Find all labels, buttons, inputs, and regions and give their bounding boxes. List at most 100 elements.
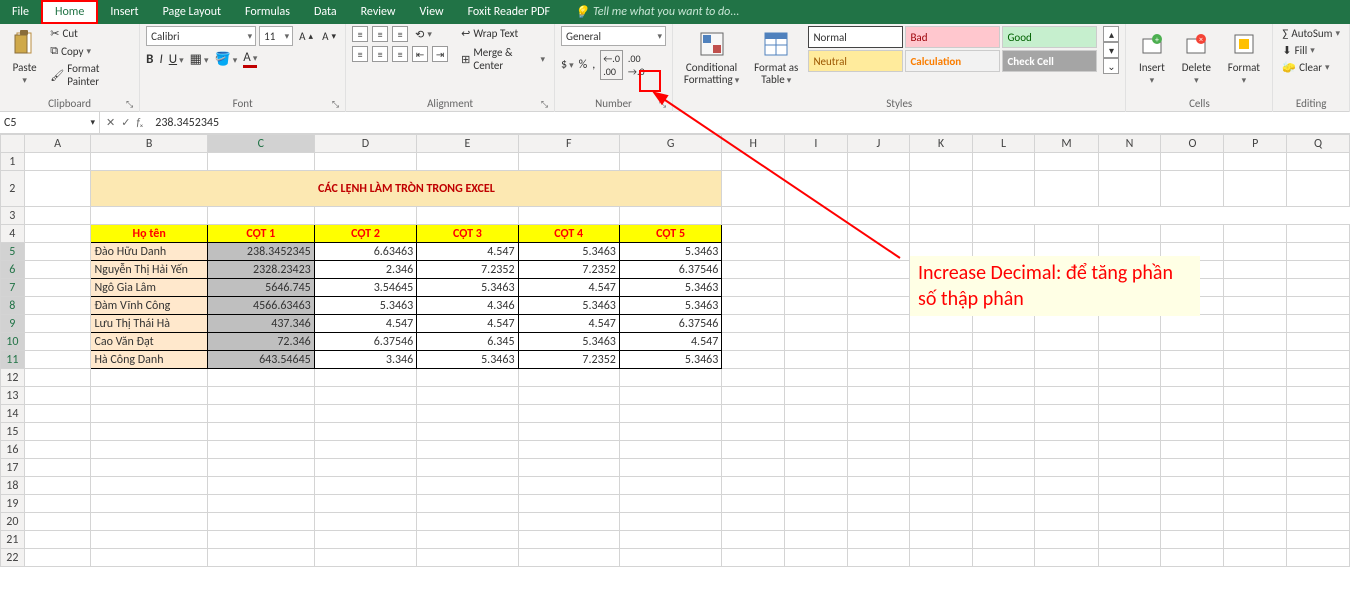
cell-Q7[interactable] [1286,279,1349,297]
cell-C5[interactable]: 238.3452345 [207,243,314,261]
cell-G20[interactable] [619,513,721,531]
dialog-launcher-icon[interactable]: ⤡ [332,99,339,110]
row-header-8[interactable]: 8 [1,297,25,315]
cell-I12[interactable] [785,369,848,387]
row-header-15[interactable]: 15 [1,423,25,441]
tab-data[interactable]: Data [302,0,349,24]
cell-I14[interactable] [785,405,848,423]
cell-J3[interactable] [314,207,416,225]
cell-K21[interactable] [910,531,973,549]
cell-M4[interactable] [1035,225,1098,243]
cell-F9[interactable]: 4.547 [518,315,619,333]
cell-K3[interactable] [417,207,518,225]
col-header-C[interactable]: C [207,135,314,153]
cell-E13[interactable] [417,387,518,405]
cell-P6[interactable] [1224,261,1287,279]
cell-E18[interactable] [417,477,518,495]
cell-C15[interactable] [207,423,314,441]
cell-H20[interactable] [722,513,785,531]
gallery-more-icon[interactable]: ⌄ [1103,58,1119,74]
cell-P16[interactable] [1224,441,1287,459]
cell-D13[interactable] [314,387,416,405]
cell-K20[interactable] [910,513,973,531]
cell-N16[interactable] [1098,441,1161,459]
percent-button[interactable]: % [579,58,588,72]
cell-J10[interactable] [847,333,910,351]
cell-P9[interactable] [1224,315,1287,333]
cell-Q3[interactable] [910,207,973,225]
font-color-button[interactable]: A [243,50,257,68]
cell-A13[interactable] [24,387,91,405]
cell-I7[interactable] [785,279,848,297]
cell-G11[interactable]: 5.3463 [619,351,721,369]
cell-A1[interactable] [24,153,91,171]
cell-Q6[interactable] [1286,261,1349,279]
col-header-I[interactable]: I [785,135,848,153]
style-good[interactable]: Good [1002,26,1097,48]
cell-Q17[interactable] [1286,459,1349,477]
cell-N13[interactable] [1098,387,1161,405]
cell-B17[interactable] [91,459,207,477]
format-painter-button[interactable]: 🖌Format Painter [47,61,133,89]
col-header-L[interactable]: L [972,135,1035,153]
align-bottom-button[interactable]: ≡ [392,26,408,42]
cell-C17[interactable] [207,459,314,477]
cell-O2[interactable] [1161,171,1224,207]
row-header-7[interactable]: 7 [1,279,25,297]
increase-indent-button[interactable]: ⇥ [432,46,448,62]
cell-E22[interactable] [417,549,518,567]
cell-P11[interactable] [1224,351,1287,369]
cell-L20[interactable] [972,513,1035,531]
cell-I3[interactable] [207,207,314,225]
cell-F14[interactable] [518,405,619,423]
cell-C8[interactable]: 4566.63463 [207,297,314,315]
cell-O9[interactable] [1161,315,1224,333]
worksheet-grid[interactable]: ABCDEFGHIJKLMNOPQ12CÁC LỆNH LÀM TRÒN TRO… [0,134,1350,567]
cell-O1[interactable] [1161,153,1224,171]
cell-P10[interactable] [1224,333,1287,351]
cell-C10[interactable]: 72.346 [207,333,314,351]
cell-J5[interactable] [847,243,910,261]
cell-H5[interactable] [722,243,785,261]
cell-N21[interactable] [1098,531,1161,549]
cell-H1[interactable] [722,153,785,171]
cell-J21[interactable] [847,531,910,549]
cell-G13[interactable] [619,387,721,405]
cell-L1[interactable] [972,153,1035,171]
increase-font-button[interactable]: A▴ [296,29,316,44]
cell-H6[interactable] [722,261,785,279]
cell-C4[interactable]: CỘT 1 [207,225,314,243]
insert-cells-button[interactable]: +Insert [1132,26,1171,88]
cell-I11[interactable] [785,351,848,369]
cell-I22[interactable] [785,549,848,567]
row-header-4[interactable]: 4 [1,225,25,243]
cell-P12[interactable] [1224,369,1287,387]
cell-F12[interactable] [518,369,619,387]
cell-D10[interactable]: 6.37546 [314,333,416,351]
cell-K11[interactable] [910,351,973,369]
col-header-P[interactable]: P [1224,135,1287,153]
cell-Q14[interactable] [1286,405,1349,423]
cell-H22[interactable] [722,549,785,567]
cell-I18[interactable] [785,477,848,495]
cell-N9[interactable] [1098,315,1161,333]
cell-G7[interactable]: 5.3463 [619,279,721,297]
cell-E21[interactable] [417,531,518,549]
cell-F7[interactable]: 4.547 [518,279,619,297]
cell-F22[interactable] [518,549,619,567]
cell-I8[interactable] [785,297,848,315]
cell-J12[interactable] [847,369,910,387]
cell-N2[interactable] [1098,171,1161,207]
cell-P18[interactable] [1224,477,1287,495]
dialog-launcher-icon[interactable]: ⤡ [659,99,666,110]
cancel-formula-icon[interactable]: ✕ [106,116,115,129]
cell-G5[interactable]: 5.3463 [619,243,721,261]
cell-H19[interactable] [722,495,785,513]
cell-K13[interactable] [910,387,973,405]
cell-A16[interactable] [24,441,91,459]
cell-O12[interactable] [1161,369,1224,387]
cell-I5[interactable] [785,243,848,261]
cell-H4[interactable] [722,225,785,243]
col-header-D[interactable]: D [314,135,416,153]
cell-A12[interactable] [24,369,91,387]
